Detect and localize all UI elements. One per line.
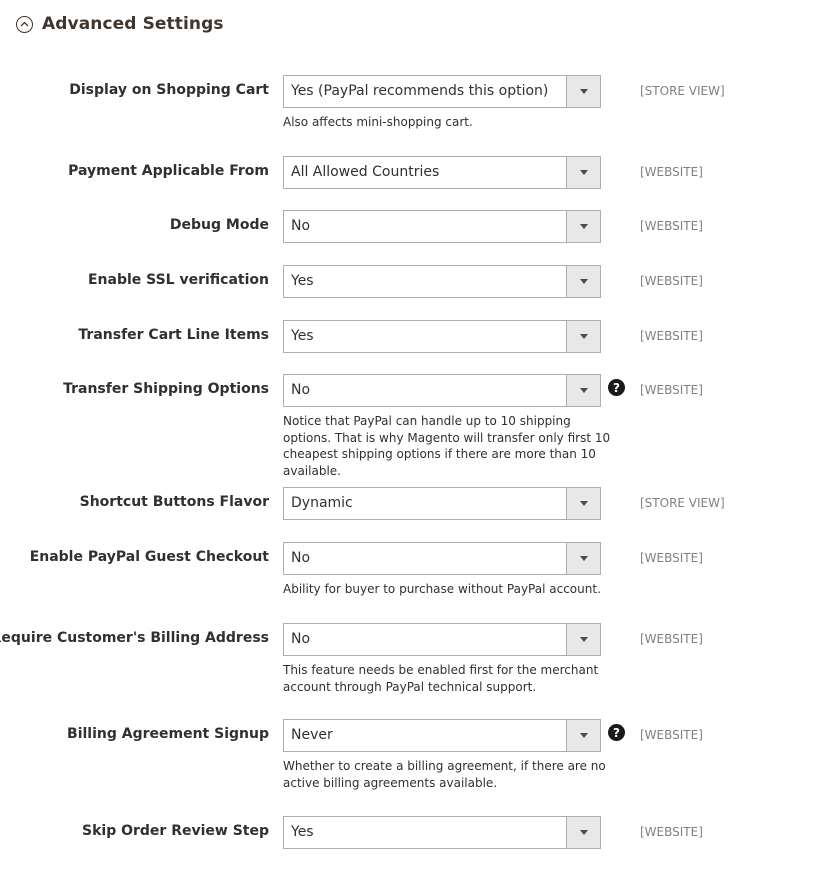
enable-paypal-guest-checkout-select[interactable]: No (283, 542, 601, 575)
advanced-settings-toggle[interactable]: Advanced Settings (16, 11, 224, 37)
select-value: Yes (PayPal recommends this option) (291, 83, 549, 99)
help-icon[interactable]: ? (608, 379, 625, 396)
debug-mode-select[interactable]: No (283, 210, 601, 243)
billing-agreement-signup-select[interactable]: Never (283, 719, 601, 752)
field-label: Enable PayPal Guest Checkout (29, 549, 269, 565)
select-value: Yes (291, 273, 314, 289)
scope-label: [STORE VIEW] (640, 496, 725, 510)
chevron-down-icon (566, 543, 600, 574)
select-value: No (291, 550, 311, 566)
field-label: Require Customer's Billing Address (0, 630, 269, 646)
scope-label: [WEBSITE] (640, 728, 703, 742)
field-label: Debug Mode (169, 217, 269, 233)
field-label: Skip Order Review Step (82, 823, 269, 839)
scope-label: [WEBSITE] (640, 383, 703, 397)
field-note: Notice that PayPal can handle up to 10 s… (283, 414, 611, 478)
select-value: All Allowed Countries (291, 164, 440, 180)
chevron-down-icon (566, 157, 600, 188)
help-icon[interactable]: ? (608, 724, 625, 741)
field-label: Payment Applicable From (68, 163, 269, 179)
select-value: No (291, 382, 311, 398)
chevron-up-icon (16, 15, 33, 33)
chevron-down-icon (566, 375, 600, 406)
section-title: Advanced Settings (42, 14, 224, 34)
field-label: Shortcut Buttons Flavor (79, 494, 269, 510)
display-on-shopping-cart-select[interactable]: Yes (PayPal recommends this option) (283, 75, 601, 108)
chevron-down-icon (566, 76, 600, 107)
scope-label: [WEBSITE] (640, 219, 703, 233)
transfer-cart-line-items-select[interactable]: Yes (283, 320, 601, 353)
select-value: Yes (291, 824, 314, 840)
select-value: No (291, 631, 311, 647)
chevron-down-icon (566, 720, 600, 751)
scope-label: [WEBSITE] (640, 825, 703, 839)
chevron-down-icon (566, 266, 600, 297)
field-label: Billing Agreement Signup (67, 726, 269, 742)
scope-label: [WEBSITE] (640, 632, 703, 646)
field-label: Display on Shopping Cart (69, 82, 269, 98)
select-value: No (291, 218, 311, 234)
chevron-down-icon (566, 488, 600, 519)
scope-label: [WEBSITE] (640, 329, 703, 343)
field-note: Ability for buyer to purchase without Pa… (283, 582, 601, 596)
chevron-down-icon (566, 624, 600, 655)
scope-label: [WEBSITE] (640, 551, 703, 565)
field-note: Whether to create a billing agreement, i… (283, 759, 606, 790)
field-note: This feature needs be enabled first for … (283, 663, 599, 694)
field-label: Enable SSL verification (87, 272, 269, 288)
transfer-shipping-options-select[interactable]: No (283, 374, 601, 407)
field-label: Transfer Shipping Options (63, 381, 269, 397)
chevron-down-icon (566, 211, 600, 242)
select-value: Never (291, 727, 333, 743)
chevron-down-icon (566, 817, 600, 848)
chevron-down-icon (566, 321, 600, 352)
payment-applicable-from-select[interactable]: All Allowed Countries (283, 156, 601, 189)
field-label: Transfer Cart Line Items (78, 327, 269, 343)
select-value: Dynamic (291, 495, 353, 511)
scope-label: [WEBSITE] (640, 165, 703, 179)
scope-label: [STORE VIEW] (640, 84, 725, 98)
skip-order-review-step-select[interactable]: Yes (283, 816, 601, 849)
select-value: Yes (291, 328, 314, 344)
field-note: Also affects mini-shopping cart. (283, 115, 473, 129)
enable-ssl-verification-select[interactable]: Yes (283, 265, 601, 298)
shortcut-buttons-flavor-select[interactable]: Dynamic (283, 487, 601, 520)
require-billing-address-select[interactable]: No (283, 623, 601, 656)
scope-label: [WEBSITE] (640, 274, 703, 288)
